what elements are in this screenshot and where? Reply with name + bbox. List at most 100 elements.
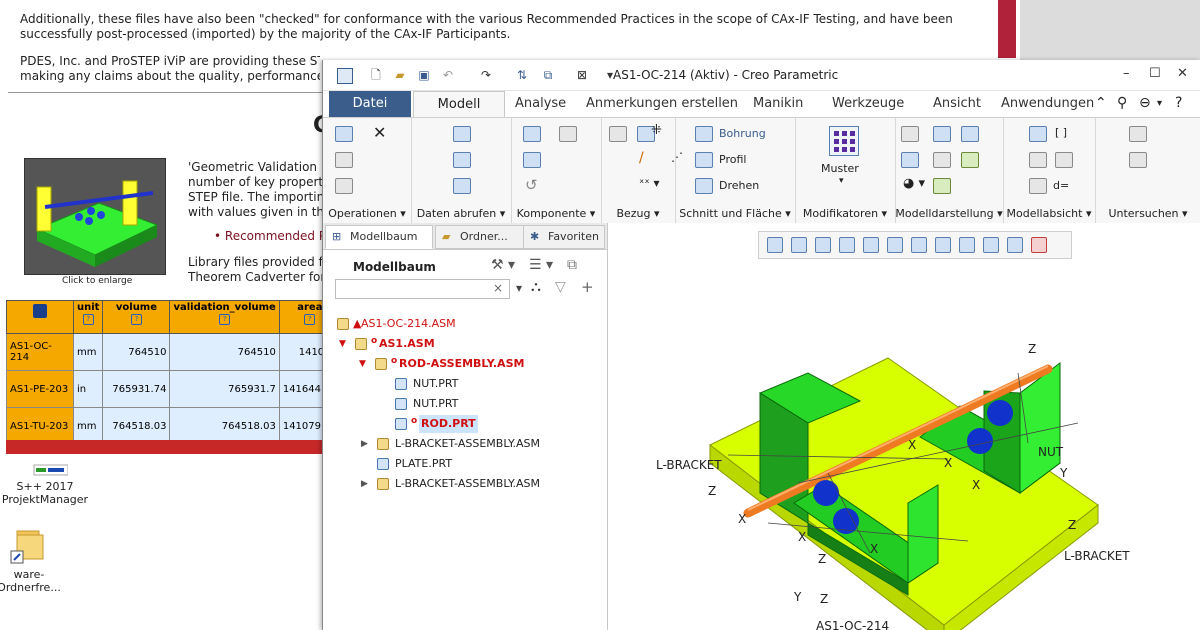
manage-views-icon[interactable] (901, 126, 919, 142)
search-icon[interactable]: ⚲ (1117, 95, 1127, 111)
help-icon[interactable]: ? (1175, 95, 1182, 111)
regenerate-tool-icon[interactable] (335, 126, 353, 142)
revolve-icon[interactable] (695, 178, 713, 194)
add-column-icon[interactable]: + (581, 278, 594, 296)
group-label[interactable]: Komponente ▾ (511, 207, 601, 220)
reference-viewer-icon[interactable] (1129, 152, 1147, 168)
package-icon[interactable] (559, 126, 577, 142)
tab-anwendungen[interactable]: Anwendungen (1001, 91, 1094, 117)
settings-dropdown-icon[interactable]: ▾ (1157, 98, 1162, 109)
appearance-icon[interactable] (961, 126, 979, 142)
assemble-icon[interactable] (523, 126, 541, 142)
link-text[interactable]: Recommended P (225, 229, 326, 243)
expand-icon[interactable]: ▶ (361, 435, 368, 453)
copy-icon[interactable] (335, 152, 353, 168)
repaint-icon[interactable] (839, 237, 855, 253)
coordinate-system-icon[interactable]: ⁜ (651, 123, 662, 138)
save-icon[interactable]: ▣ (417, 68, 431, 82)
floppy-disk-icon[interactable] (33, 304, 47, 318)
hole-icon[interactable] (695, 126, 713, 142)
view-manager-icon[interactable] (935, 237, 951, 253)
create-component-icon[interactable] (523, 152, 541, 168)
help-icon[interactable]: ? (82, 314, 94, 325)
switch-dimensions-icon[interactable] (1055, 152, 1073, 168)
search-dropdown-icon[interactable]: ▾ (516, 281, 522, 295)
tab-ansicht[interactable]: Ansicht (933, 91, 981, 117)
bill-of-materials-icon[interactable] (1129, 126, 1147, 142)
pattern-icon[interactable] (829, 126, 859, 156)
tab-datei[interactable]: Datei (329, 91, 411, 117)
profile-label[interactable]: Profil (719, 153, 746, 166)
pattern-label[interactable]: Muster (821, 162, 859, 175)
table-icon[interactable] (1029, 178, 1047, 194)
shrinkwrap-icon[interactable] (453, 178, 471, 194)
drag-components-icon[interactable]: ↺ (525, 176, 538, 194)
group-label[interactable]: Operationen ▾ (323, 207, 411, 220)
select-icon[interactable] (609, 126, 627, 142)
horizontal-scrollbar[interactable] (6, 440, 322, 454)
tab-ordner[interactable]: ▰ Ordner... (435, 225, 533, 249)
layers-icon[interactable] (933, 152, 951, 168)
tree-settings-icon[interactable]: ⚒ ▾ (491, 257, 515, 273)
perspective-view-icon[interactable] (959, 237, 975, 253)
model-thumbnail[interactable] (24, 158, 166, 275)
parameters-icon[interactable]: [ ] (1055, 126, 1067, 139)
group-label[interactable]: Modelldarstellung ▾ (895, 207, 1003, 220)
help-icon[interactable]: ? (304, 314, 316, 325)
windows-icon[interactable]: ⧉ (541, 68, 555, 82)
render-icon[interactable]: ◕ ▾ (903, 176, 925, 191)
group-label[interactable]: Schnitt und Fläche ▾ (675, 207, 795, 220)
group-label[interactable]: Modifikatoren ▾ (795, 207, 895, 220)
recommended-practice-link[interactable]: • Recommended P (214, 229, 326, 243)
hole-label[interactable]: Bohrung (719, 127, 766, 140)
spin-orient-icon[interactable] (1031, 237, 1047, 253)
graphics-viewport[interactable]: L-BRACKET L-BRACKET NUT AS1-OC-214 ZX XX… (608, 223, 1200, 630)
zoom-out-icon[interactable] (815, 237, 831, 253)
settings-icon[interactable]: ⊖ (1139, 95, 1151, 111)
close-window-icon[interactable]: ⊠ (575, 68, 589, 82)
model-id-link[interactable]: AS1-PE-203 (6, 370, 74, 408)
user-defined-feature-icon[interactable] (453, 126, 471, 142)
datum-display-icon[interactable] (983, 237, 999, 253)
group-label[interactable]: Untersuchen ▾ (1095, 207, 1200, 220)
show-icon[interactable]: ☰ ▾ (529, 257, 553, 273)
axis-icon[interactable]: / (639, 150, 644, 166)
model-id-link[interactable]: AS1-TU-203 (6, 407, 74, 445)
expand-icon[interactable]: ▼ (339, 335, 346, 353)
maximize-button[interactable]: ☐ (1149, 66, 1161, 81)
zoom-in-icon[interactable] (791, 237, 807, 253)
tab-favoriten[interactable]: ✱ Favoriten (523, 225, 605, 249)
model-id-link[interactable]: AS1-OC-214 (6, 333, 74, 371)
expand-icon[interactable]: ▼ (359, 355, 366, 373)
desktop-shortcut-projektmanager[interactable]: S++ 2017 ProjektManager (0, 463, 90, 506)
regenerate-icon[interactable]: ⇅ (515, 68, 529, 82)
display-style-icon[interactable] (901, 152, 919, 168)
tree-filters-icon[interactable]: ⧉ (567, 257, 577, 273)
filter-icon[interactable]: ▽ (555, 279, 566, 295)
close-button[interactable]: ✕ (1177, 66, 1188, 81)
perspective-icon[interactable] (961, 152, 979, 168)
refit-icon[interactable] (767, 237, 783, 253)
datum-point-icon[interactable]: ˣˣ ▾ (639, 176, 660, 190)
d-equals-icon[interactable]: d= (1053, 179, 1069, 192)
app-menu-icon[interactable] (337, 68, 353, 84)
find-icon[interactable]: ⛬ (531, 279, 541, 295)
tab-analyse[interactable]: Analyse (515, 91, 566, 117)
paste-icon[interactable] (335, 178, 353, 194)
tab-anmerkungen[interactable]: Anmerkungen erstellen (586, 91, 738, 117)
tab-werkzeuge[interactable]: Werkzeuge (832, 91, 904, 117)
section-icon[interactable] (933, 126, 951, 142)
relations-icon[interactable] (1029, 152, 1047, 168)
help-icon[interactable]: ? (130, 314, 142, 325)
tab-modell[interactable]: Modell (413, 91, 505, 118)
scene-icon[interactable] (933, 178, 951, 194)
group-label[interactable]: Modellabsicht ▾ (1003, 207, 1095, 220)
assembly-3d-model[interactable]: L-BRACKET L-BRACKET NUT AS1-OC-214 ZX XX… (608, 223, 1200, 630)
redo-icon[interactable]: ↷ (479, 68, 493, 82)
annotation-display-icon[interactable] (1007, 237, 1023, 253)
copy-geometry-icon[interactable] (453, 152, 471, 168)
new-file-icon[interactable]: 🗋 (369, 68, 383, 82)
tab-modellbaum[interactable]: ⊞ Modellbaum (325, 225, 433, 249)
revolve-label[interactable]: Drehen (719, 179, 759, 192)
download-header[interactable] (6, 300, 74, 334)
